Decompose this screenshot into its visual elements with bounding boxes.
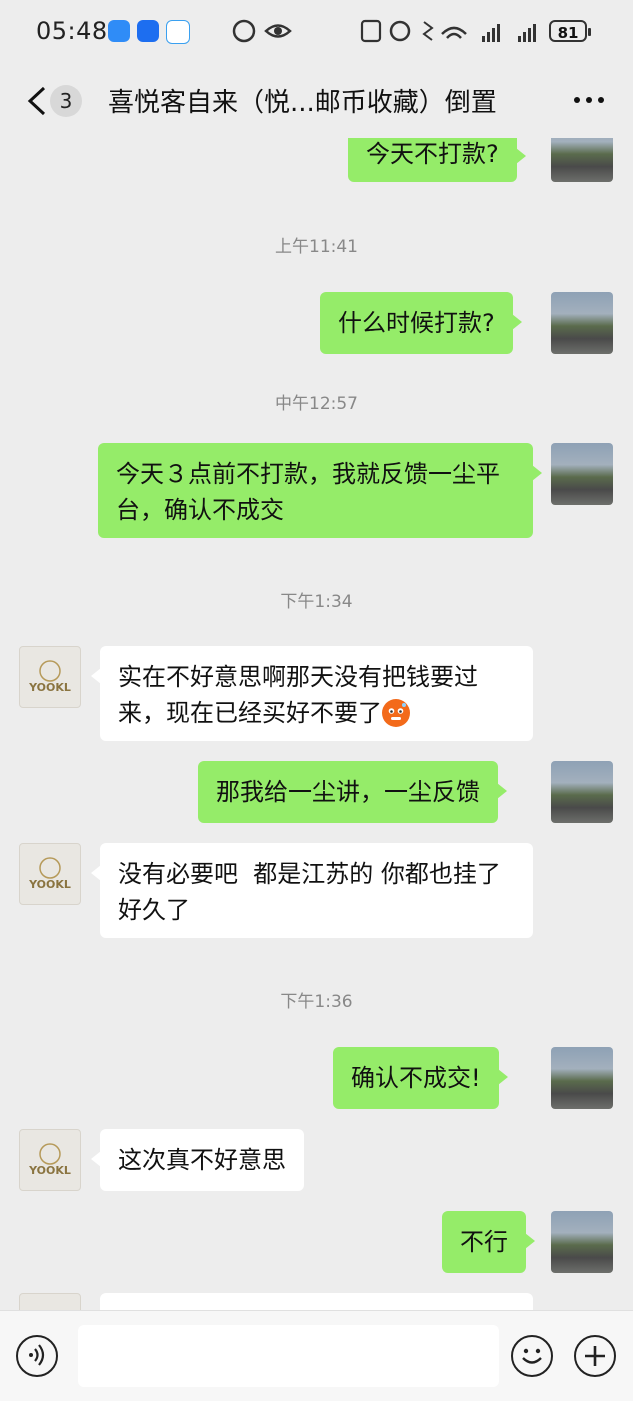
message-bubble-sent[interactable]: 今天不打款? xyxy=(348,138,526,182)
my-avatar[interactable] xyxy=(551,443,613,505)
voice-icon[interactable] xyxy=(16,1335,58,1377)
chat-title: 喜悦客自来（悦...邮币收藏）倒置 xyxy=(108,88,497,118)
contact-avatar[interactable]: YOOKL xyxy=(19,646,81,708)
my-avatar[interactable] xyxy=(551,138,613,182)
message-timestamp: 上午11:41 xyxy=(275,237,358,257)
app-notification-icon xyxy=(137,20,159,42)
message-bubble-sent[interactable]: 不行 xyxy=(442,1211,535,1273)
message-bubble-received[interactable] xyxy=(100,1293,533,1310)
system-status-icons xyxy=(360,19,536,43)
unread-count-badge[interactable]: 3 xyxy=(50,85,82,117)
message-input[interactable] xyxy=(78,1325,499,1387)
message-bubble-sent[interactable]: 今天３点前不打款，我就反馈一尘平台，确认不成交 xyxy=(98,443,542,538)
cold-face-emoji xyxy=(382,699,410,727)
back-chevron-icon[interactable] xyxy=(22,84,52,118)
message-bubble-received[interactable]: 这次真不好意思 xyxy=(91,1129,304,1191)
contact-logo-text: YOOKL xyxy=(28,878,71,891)
message-list[interactable]: 今天不打款? 上午11:41 什么时候打款? 中午12:57 今天３点前不打款，… xyxy=(0,138,633,1310)
app-notification-icon xyxy=(108,20,130,42)
contact-avatar[interactable] xyxy=(19,1293,81,1310)
status-time: 05:48 xyxy=(36,17,108,45)
message-text: 实在不好意思啊那天没有把钱要过来，现在已经买好不要了 xyxy=(118,663,478,727)
message-bubble-sent[interactable]: 什么时候打款? xyxy=(320,292,522,354)
my-avatar[interactable] xyxy=(551,292,613,354)
app-notification-icon xyxy=(166,20,190,44)
chat-input-bar xyxy=(0,1310,633,1401)
status-indicators-icon xyxy=(232,19,292,43)
contact-avatar[interactable]: YOOKL xyxy=(19,1129,81,1191)
contact-logo-text: YOOKL xyxy=(28,681,71,694)
plus-icon[interactable] xyxy=(574,1335,616,1377)
message-bubble-received[interactable]: 实在不好意思啊那天没有把钱要过来，现在已经买好不要了 xyxy=(91,646,533,741)
emoji-icon[interactable] xyxy=(511,1335,553,1377)
message-timestamp: 下午1:34 xyxy=(280,592,353,612)
contact-avatar[interactable]: YOOKL xyxy=(19,843,81,905)
message-bubble-sent[interactable]: 确认不成交! xyxy=(333,1047,508,1109)
my-avatar[interactable] xyxy=(551,1047,613,1109)
my-avatar[interactable] xyxy=(551,761,613,823)
status-bar: 05:48 81 xyxy=(0,0,633,64)
message-timestamp: 中午12:57 xyxy=(275,394,358,414)
message-bubble-sent[interactable]: 那我给一尘讲，一尘反馈 xyxy=(198,761,507,823)
more-horizontal-icon[interactable] xyxy=(572,88,606,112)
my-avatar[interactable] xyxy=(551,1211,613,1273)
battery-indicator: 81 xyxy=(549,20,591,42)
message-timestamp: 下午1:36 xyxy=(280,992,353,1012)
message-bubble-received[interactable]: 没有必要吧 都是江苏的 你都也挂了好久了 xyxy=(91,843,533,938)
contact-logo-text: YOOKL xyxy=(28,1164,71,1177)
